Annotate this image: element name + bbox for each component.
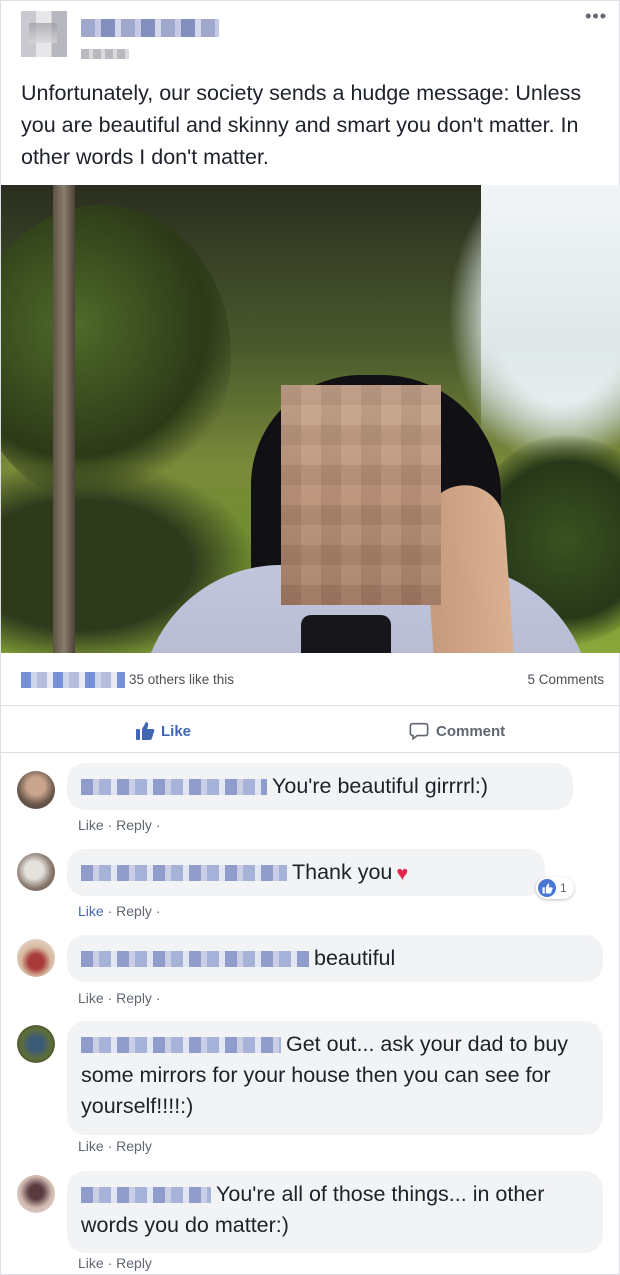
photo-face-pixelated [281,385,441,605]
comment-actions: Like · Reply · [78,903,161,919]
comment-reply-link[interactable]: Reply [116,990,152,1006]
post-stats: 35 others like this 5 Comments [1,661,620,701]
comment-button[interactable]: Comment [409,720,505,742]
comment-reply-link[interactable]: Reply [116,903,152,919]
facebook-post: ••• Unfortunately, our society sends a h… [0,0,620,1275]
commenter-avatar[interactable] [17,939,55,977]
comment-bubble: Get out... ask your dad to buy some mirr… [67,1021,603,1135]
photo-sky [481,185,620,445]
comment-bubble: You're all of those things... in other w… [67,1171,603,1253]
reaction-count: 1 [560,881,567,895]
comment-text: beautiful [314,946,396,970]
author-name-blurred[interactable] [81,19,219,37]
comment-actions: Like · Reply · [78,817,161,833]
thumbs-up-icon [136,722,155,740]
action-bar: Like Comment [1,705,620,753]
post-photo[interactable] [1,185,620,653]
like-button-label: Like [161,722,192,740]
heart-icon: ♥ [396,863,409,885]
comment-bubble: Thank you ♥ [67,849,545,896]
commenter-avatar[interactable] [17,1025,55,1063]
comment-reply-link[interactable]: Reply [116,1138,152,1154]
comment-like-link[interactable]: Like [78,990,104,1006]
commenter-avatar[interactable] [17,1175,55,1213]
comment-bubble: beautiful [67,935,603,982]
commenter-name-blurred[interactable] [81,779,267,796]
comment-like-link[interactable]: Like [78,1255,104,1271]
commenter-avatar[interactable] [17,853,55,891]
ellipsis-icon[interactable]: ••• [585,7,607,25]
photo-foliage [1,205,231,505]
post-timestamp-blurred[interactable] [81,49,129,59]
photo-tree-trunk [53,185,75,653]
comment-actions: Like · Reply [78,1255,152,1271]
comment-button-label: Comment [436,722,506,740]
comment-like-link[interactable]: Like [78,903,104,919]
like-button[interactable]: Like [135,720,191,742]
thumbs-up-icon [538,879,556,897]
commenter-avatar[interactable] [17,771,55,809]
comments-count[interactable]: 5 Comments [527,672,604,687]
photo-person-hair-front [301,615,391,653]
comment-bubble: You're beautiful girrrrl:) [67,763,573,810]
commenter-name-blurred[interactable] [81,1187,211,1204]
reactor-names-blurred[interactable] [21,672,125,688]
comment-text: Thank you [292,860,393,884]
comment-reply-link[interactable]: Reply [116,1255,152,1271]
commenter-name-blurred[interactable] [81,951,309,968]
commenter-name-blurred[interactable] [81,1037,281,1054]
comment-icon [409,722,429,741]
commenter-name-blurred[interactable] [81,865,287,882]
comment-like-link[interactable]: Like [78,1138,104,1154]
likes-summary[interactable]: 35 others like this [129,672,234,687]
comment-actions: Like · Reply [78,1138,152,1154]
comment-actions: Like · Reply · [78,990,161,1006]
comment-text: You're beautiful girrrrl:) [272,774,489,798]
comment-like-link[interactable]: Like [78,817,104,833]
post-header: ••• [1,1,620,73]
comment-reaction-badge[interactable]: 1 [536,877,574,899]
comment-reply-link[interactable]: Reply [116,817,152,833]
author-avatar[interactable] [21,11,67,57]
post-text: Unfortunately, our society sends a hudge… [21,81,582,169]
